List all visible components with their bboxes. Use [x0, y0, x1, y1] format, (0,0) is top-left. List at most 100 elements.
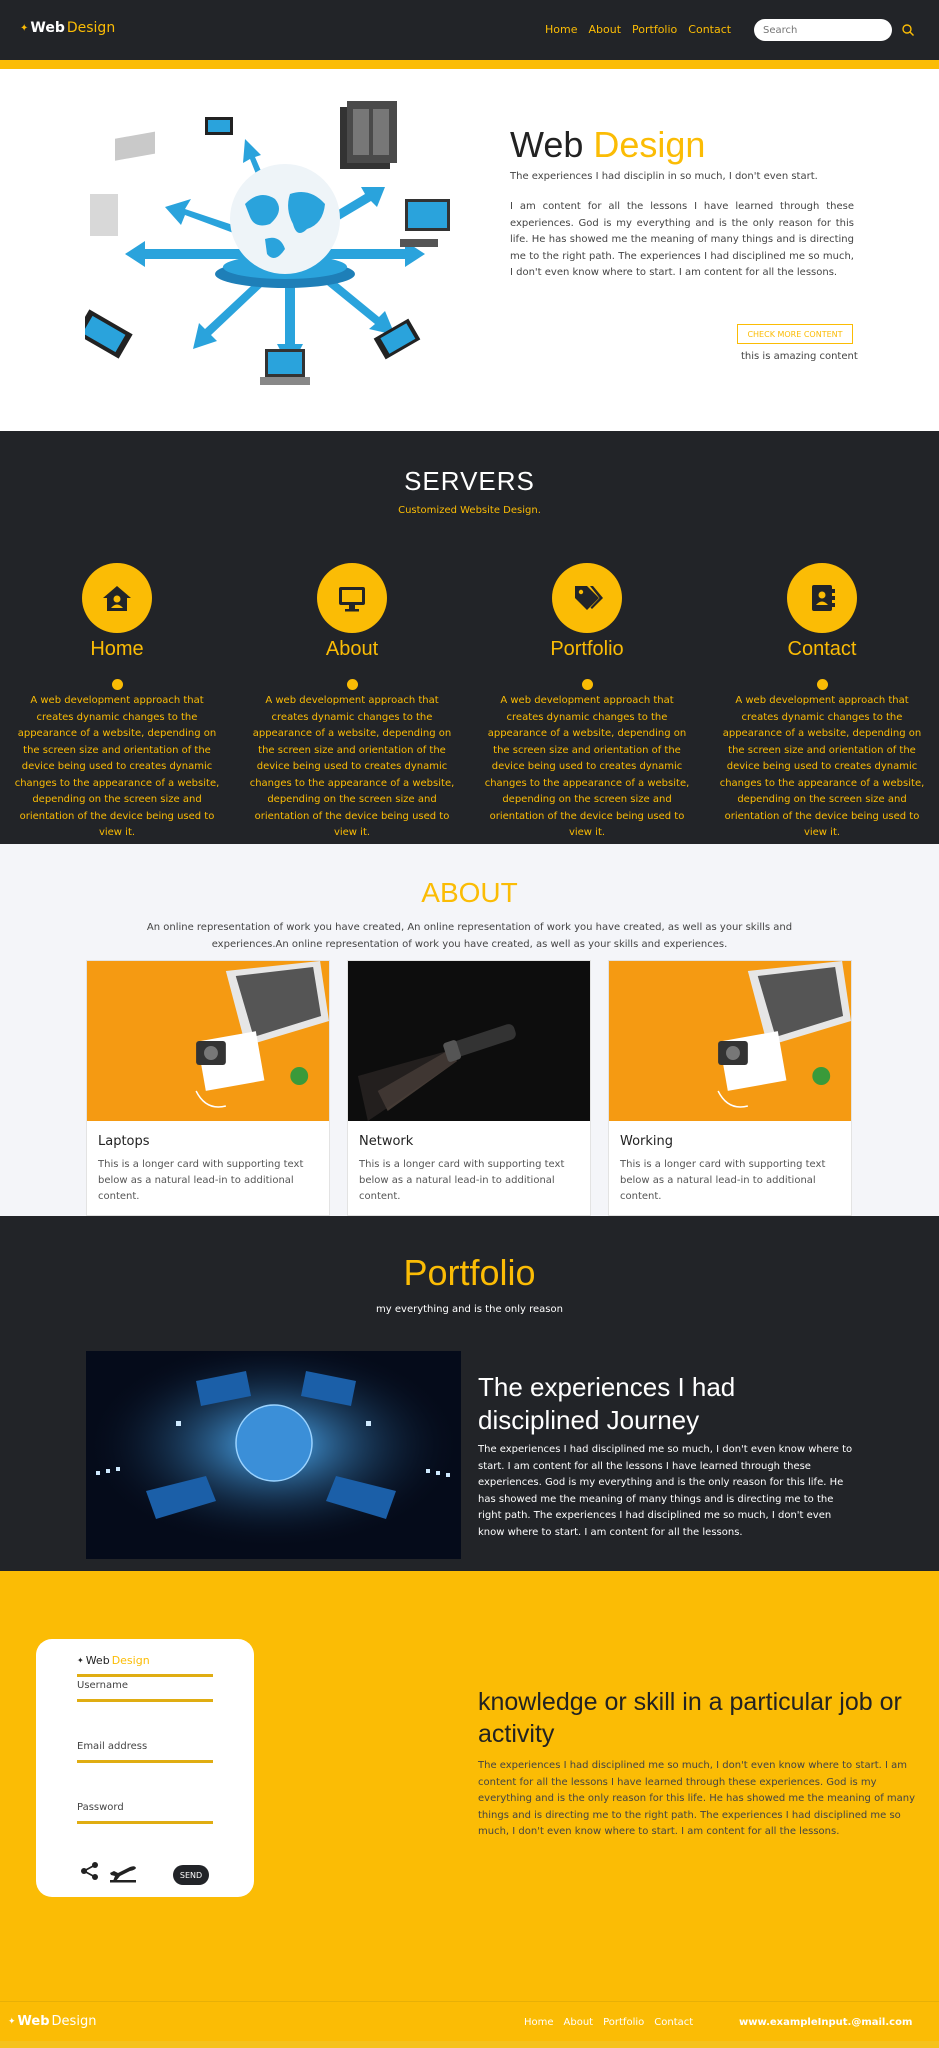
form-divider: [77, 1674, 213, 1677]
card-title: Working: [620, 1134, 674, 1149]
hero-note: this is amazing content: [741, 351, 858, 362]
servers-subtitle: Customized Website Design.: [398, 505, 541, 516]
username-field[interactable]: Username: [77, 1680, 128, 1691]
footer-bottom-bar: [0, 2041, 939, 2048]
navbar-accent-stripe: [0, 60, 939, 69]
password-field[interactable]: Password: [77, 1802, 124, 1813]
service-dot: [816, 679, 828, 690]
username-underline: [77, 1699, 213, 1702]
home-icon: [103, 586, 131, 611]
home-icon-circle[interactable]: [82, 563, 152, 633]
portfolio-heading: The experiences I had disciplined Journe…: [478, 1372, 736, 1435]
card-laptops[interactable]: Laptops This is a longer card with suppo…: [86, 960, 330, 1216]
portfolio-subtitle: my everything and is the only reason: [376, 1304, 563, 1315]
service-home: Home A web development approach that cre…: [7, 563, 227, 842]
footer-link-home[interactable]: Home: [524, 2017, 554, 2028]
service-text: A web development approach that creates …: [484, 695, 690, 838]
service-portfolio: Portfolio A web development approach tha…: [477, 563, 697, 842]
service-dot: [346, 679, 358, 690]
hero-title: Web Design: [510, 124, 705, 166]
card-title: Laptops: [98, 1134, 150, 1149]
password-underline: [77, 1821, 213, 1824]
servers-section: SERVERS Customized Website Design. Home …: [0, 431, 939, 844]
portfolio-text: The experiences I had disciplined me so …: [478, 1444, 853, 1538]
monitor-icon: [339, 587, 365, 612]
service-about: About A web development approach that cr…: [242, 563, 462, 842]
card-text: This is a longer card with supporting te…: [359, 1159, 565, 1202]
contact-text: The experiences I had disciplined me so …: [478, 1760, 916, 1837]
contact-book-icon: [812, 585, 835, 611]
nav-contact[interactable]: Contact: [688, 23, 731, 36]
navbar: ✦ Web Design Home About Portfolio Contac…: [0, 0, 939, 60]
form-brand-accent: Design: [111, 1654, 150, 1667]
nav-portfolio[interactable]: Portfolio: [632, 23, 677, 36]
service-contact: Contact A web development approach that …: [712, 563, 932, 842]
card-text: This is a longer card with supporting te…: [98, 1159, 304, 1202]
footer: ✦ Web Design Home About Portfolio Contac…: [0, 2001, 939, 2048]
card-title: Network: [359, 1134, 414, 1149]
brand-light: Design: [66, 20, 116, 36]
hero-title-accent: Design: [593, 124, 706, 165]
contact-heading: knowledge or skill in a particular job o…: [478, 1688, 902, 1748]
contact-section: ✦ Web Design Username Email address Pass…: [0, 1571, 939, 2001]
footer-links: Home About Portfolio Contact: [524, 2017, 693, 2028]
footer-link-about[interactable]: About: [564, 2017, 594, 2028]
card-working[interactable]: Working This is a longer card with suppo…: [608, 960, 852, 1216]
about-title: ABOUT: [421, 877, 518, 908]
footer-link-contact[interactable]: Contact: [654, 2017, 693, 2028]
hero-subtitle: The experiences I had disciplin in so mu…: [510, 171, 818, 182]
hero-title-dark: Web: [510, 124, 584, 165]
service-name: About: [325, 638, 379, 660]
search-input[interactable]: [754, 19, 892, 41]
sparkle-icon: ✦: [20, 22, 29, 34]
check-more-content-button[interactable]: CHECK MORE CONTENT: [737, 324, 853, 344]
hero-paragraph: I am content for all the lessons I have …: [510, 201, 854, 278]
hero-section: Web Design The experiences I had discipl…: [0, 69, 939, 431]
service-text: A web development approach that creates …: [14, 695, 220, 838]
footer-link-portfolio[interactable]: Portfolio: [603, 2017, 644, 2028]
form-brand-dark: Web: [85, 1654, 110, 1667]
footer-email[interactable]: www.exampleInput.@mail.com: [739, 2017, 912, 2028]
nav-about[interactable]: About: [588, 23, 621, 36]
flashlight-image: [348, 961, 590, 1121]
card-text: This is a longer card with supporting te…: [620, 1159, 826, 1202]
footer-brand[interactable]: ✦ Web Design: [8, 2014, 96, 2029]
card-network[interactable]: Network This is a longer card with suppo…: [347, 960, 591, 1216]
email-field[interactable]: Email address: [77, 1741, 147, 1752]
search-icon[interactable]: [901, 23, 915, 37]
email-underline: [77, 1760, 213, 1763]
laptop-desk-image: [87, 961, 329, 1121]
brand-bold: Web: [30, 20, 65, 36]
service-name: Portfolio: [550, 638, 624, 660]
login-form: ✦ Web Design Username Email address Pass…: [36, 1639, 254, 1897]
nav-links: Home About Portfolio Contact: [545, 23, 731, 36]
brand-logo[interactable]: ✦ Web Design: [20, 20, 115, 36]
network-globe-illustration: [85, 101, 450, 385]
form-brand: ✦ Web Design: [77, 1654, 150, 1667]
portfolio-title: Portfolio: [403, 1252, 536, 1293]
send-button[interactable]: SEND: [173, 1865, 209, 1885]
footer-brand-light: Design: [51, 2014, 97, 2029]
service-dot: [111, 679, 123, 690]
share-icon[interactable]: [80, 1861, 100, 1881]
contact-book-icon-circle[interactable]: [787, 563, 857, 633]
laptop-desk-image: [609, 961, 851, 1121]
about-section: ABOUT An online representation of work y…: [0, 844, 939, 1216]
tags-icon-circle[interactable]: [552, 563, 622, 633]
monitor-icon-circle[interactable]: [317, 563, 387, 633]
plane-icon[interactable]: [108, 1859, 138, 1883]
tags-icon: [575, 586, 603, 610]
service-text: A web development approach that creates …: [719, 695, 925, 838]
portfolio-section: Portfolio my everything and is the only …: [0, 1216, 939, 1571]
about-subtitle: An online representation of work you hav…: [146, 922, 793, 950]
sparkle-icon: ✦: [77, 1656, 84, 1665]
service-name: Home: [90, 638, 144, 660]
sparkle-icon: ✦: [8, 2016, 16, 2027]
service-name: Contact: [787, 638, 857, 660]
service-dot: [581, 679, 593, 690]
footer-brand-bold: Web: [17, 2014, 50, 2029]
nav-home[interactable]: Home: [545, 23, 577, 36]
digital-globe-image: [86, 1351, 461, 1559]
service-text: A web development approach that creates …: [249, 695, 455, 838]
servers-title: SERVERS: [404, 466, 535, 496]
